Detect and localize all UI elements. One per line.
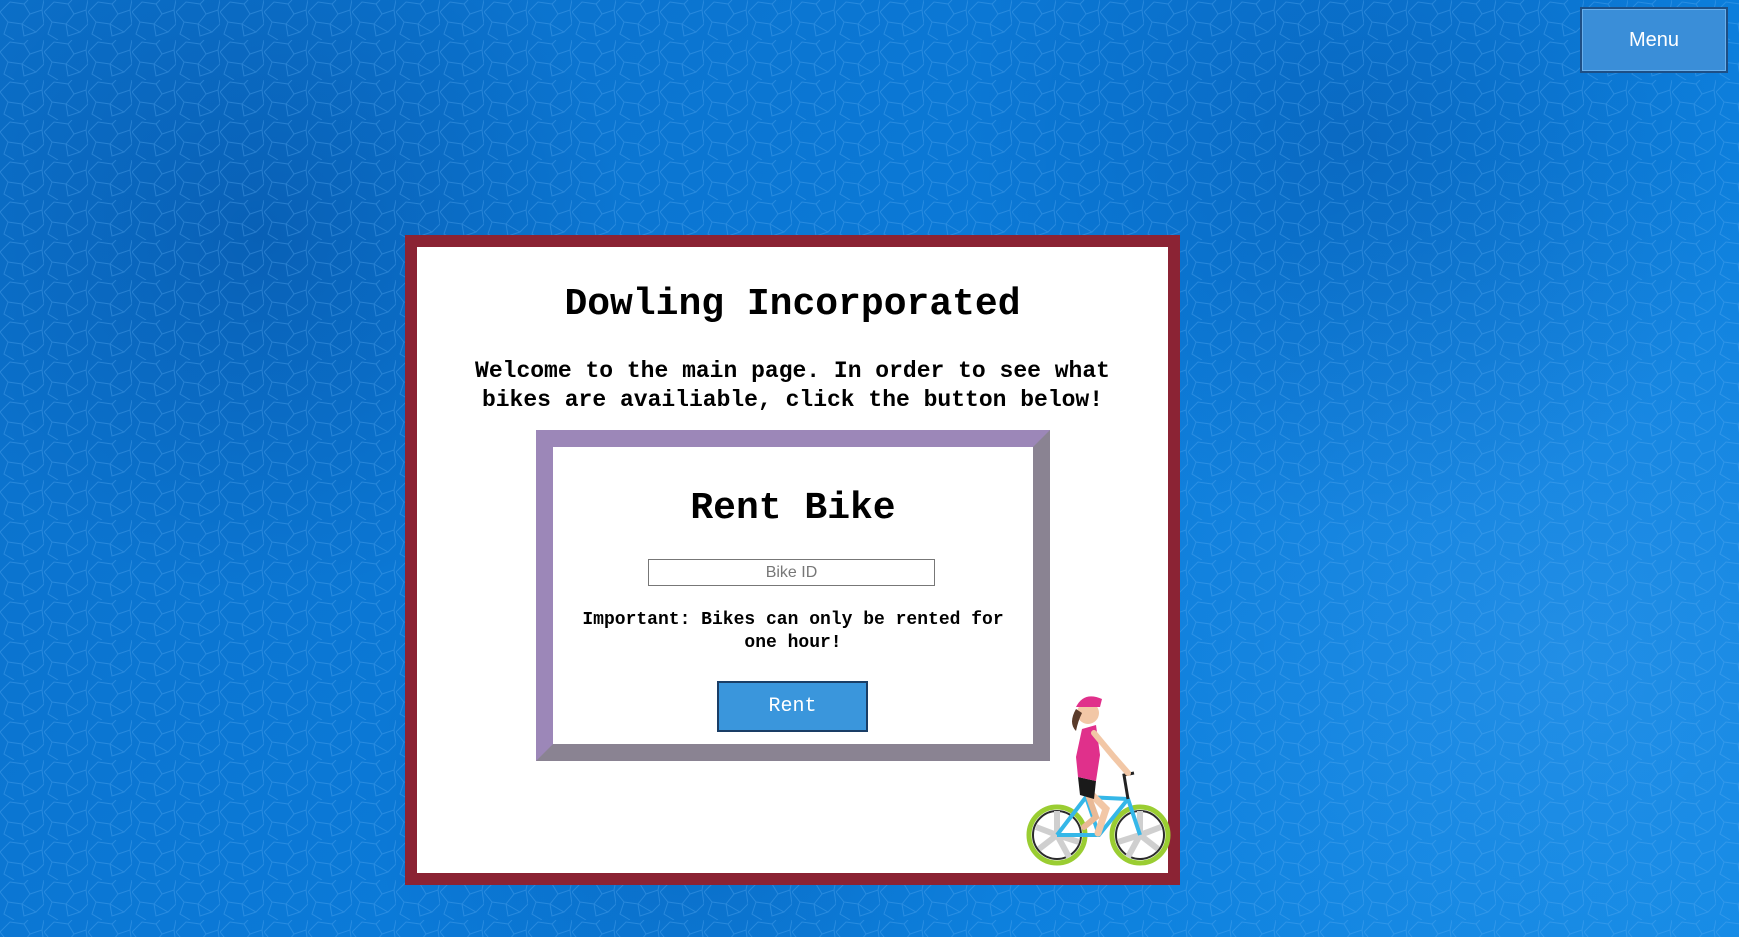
page-title: Dowling Incorporated (564, 283, 1021, 326)
main-card: Dowling Incorporated Welcome to the main… (405, 235, 1180, 885)
rental-duration-note: Important: Bikes can only be rented for … (582, 610, 1004, 653)
rent-bike-panel: Rent Bike Important: Bikes can only be r… (536, 430, 1050, 761)
cyclist-icon (1026, 696, 1171, 866)
bike-id-input[interactable] (648, 559, 935, 586)
menu-button[interactable]: Menu (1580, 7, 1728, 73)
rent-bike-title: Rent Bike (690, 487, 896, 530)
welcome-text: Welcome to the main page. In order to se… (475, 358, 1110, 413)
rent-button[interactable]: Rent (717, 681, 868, 732)
